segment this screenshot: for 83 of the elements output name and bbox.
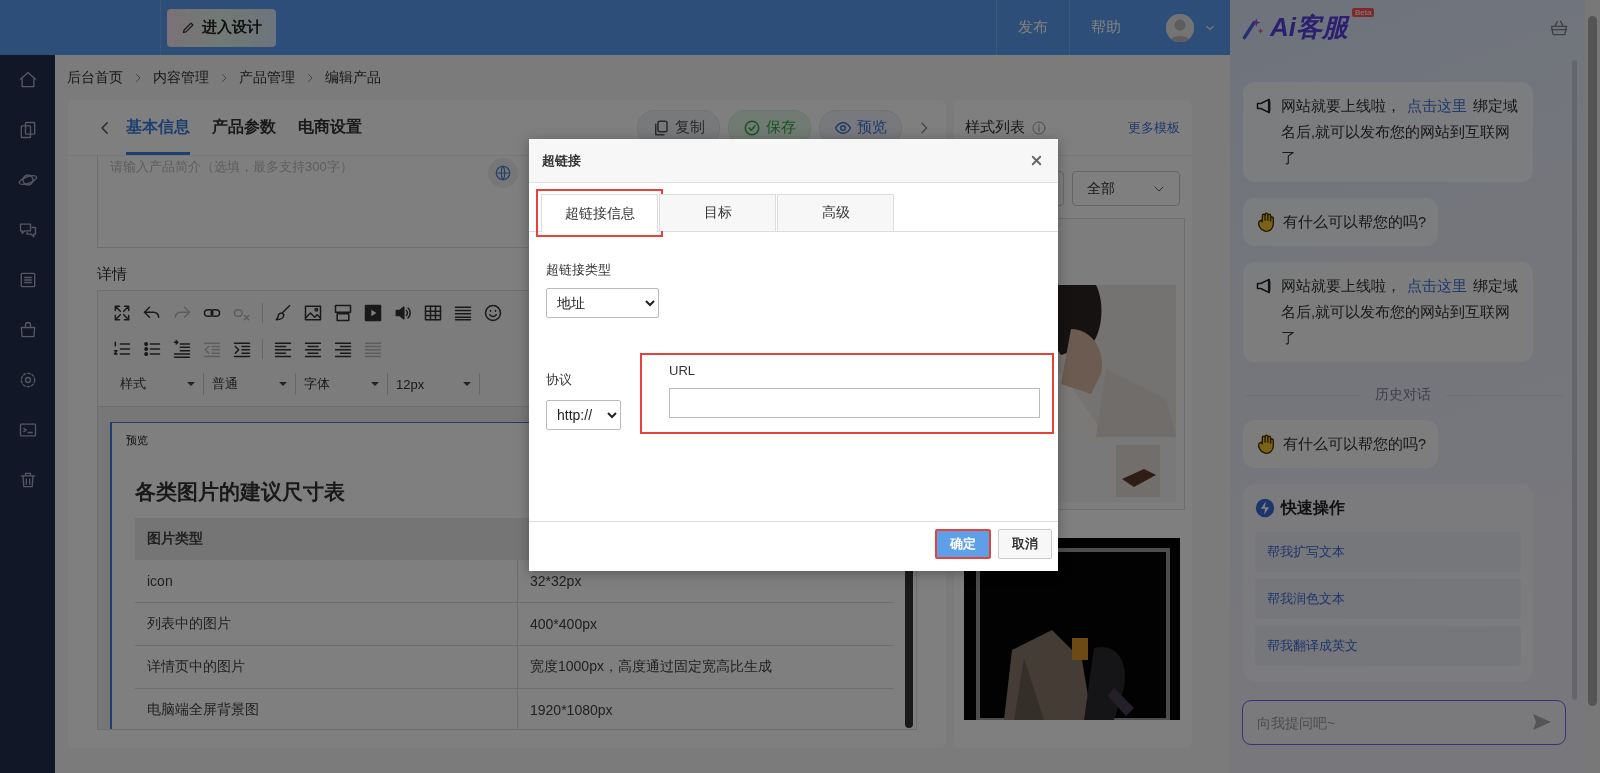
video-icon[interactable] bbox=[363, 303, 383, 323]
quick-action-item[interactable]: 帮我润色文本 bbox=[1255, 579, 1521, 619]
table-cell: 宽度1000px，高度通过固定宽高比生成 bbox=[517, 645, 893, 689]
home-icon[interactable] bbox=[17, 70, 38, 90]
check-circle-icon bbox=[743, 118, 761, 137]
format-dropdown[interactable]: 样式 bbox=[112, 373, 204, 395]
message-text: 网站就要上线啦， 点击这里 绑定域名后,就可以发布您的网站到互联网了 bbox=[1281, 277, 1519, 348]
waving-hand-icon bbox=[1255, 211, 1277, 233]
tab[interactable]: 电商设置 bbox=[298, 100, 362, 155]
bind-domain-link[interactable]: 点击这里 bbox=[1407, 278, 1467, 294]
dropdown-label: 12px bbox=[396, 376, 425, 392]
field-label: URL bbox=[669, 363, 696, 378]
align-left-icon[interactable] bbox=[273, 339, 293, 359]
caret-icon bbox=[371, 382, 379, 386]
table-heading: 各类图片的建议尺寸表 bbox=[135, 479, 346, 505]
field-label: 协议 bbox=[546, 371, 573, 389]
panel-title: 样式列表 bbox=[965, 118, 1025, 137]
table-cell: 电脑端全屏背景图 bbox=[135, 688, 518, 729]
indent-icon[interactable] bbox=[232, 339, 252, 359]
dialog-tab[interactable]: 高级 bbox=[777, 194, 894, 231]
lines-icon[interactable] bbox=[453, 303, 473, 323]
url-field[interactable] bbox=[669, 388, 1040, 418]
message-text: 有什么可以帮您的吗? bbox=[1283, 435, 1427, 454]
close-icon[interactable] bbox=[1029, 153, 1044, 168]
breadcrumb-link[interactable]: 内容管理 bbox=[153, 68, 209, 87]
align-center-icon[interactable] bbox=[303, 339, 323, 359]
caret-icon bbox=[187, 382, 195, 386]
caret-icon bbox=[279, 382, 287, 386]
preview-label: 预览 bbox=[126, 433, 149, 448]
dropdown-label: 全部 bbox=[1087, 179, 1115, 198]
quick-action-item[interactable]: 帮我扩写文本 bbox=[1255, 532, 1521, 572]
beta-badge: Beta bbox=[1352, 8, 1375, 17]
table-cell: 详情页中的图片 bbox=[135, 645, 518, 689]
message-text: 网站就要上线啦， 点击这里 绑定域名后,就可以发布您的网站到互联网了 bbox=[1281, 97, 1519, 168]
bullet-list-icon[interactable] bbox=[142, 339, 162, 359]
indent-icon[interactable] bbox=[172, 339, 192, 359]
dropdown-label: 字体 bbox=[304, 375, 330, 393]
table-cell: icon bbox=[135, 560, 518, 603]
format-dropdown[interactable]: 普通 bbox=[204, 373, 296, 395]
translate-button[interactable] bbox=[488, 158, 518, 188]
link-type-select[interactable]: 地址 bbox=[546, 288, 659, 318]
template-icon[interactable] bbox=[333, 303, 353, 323]
dropdown-label: 普通 bbox=[212, 375, 238, 393]
format-dropdown[interactable]: 12px bbox=[388, 373, 480, 395]
field-label: 详情 bbox=[97, 265, 127, 284]
image-icon[interactable] bbox=[303, 303, 323, 323]
format-dropdown[interactable]: 字体 bbox=[296, 373, 388, 395]
dropdown-label: 样式 bbox=[120, 375, 146, 393]
lightning-icon bbox=[1255, 498, 1275, 518]
copy-icon bbox=[652, 118, 670, 137]
quick-action-item[interactable]: 帮我翻译成英文 bbox=[1255, 626, 1521, 666]
align-right-icon[interactable] bbox=[333, 339, 353, 359]
fullscreen-icon[interactable] bbox=[112, 303, 132, 323]
filter-dropdown[interactable]: 全部 bbox=[1072, 171, 1180, 206]
breadcrumb-link[interactable]: 产品管理 bbox=[239, 68, 295, 87]
brush-icon[interactable] bbox=[273, 303, 293, 323]
field-label: 超链接类型 bbox=[546, 261, 612, 279]
caret-icon bbox=[463, 382, 471, 386]
tab[interactable]: 基本信息 bbox=[126, 100, 190, 155]
waving-hand-icon bbox=[1255, 433, 1277, 455]
table-cell: 1920*1080px bbox=[517, 688, 893, 729]
ok-button[interactable]: 确定 bbox=[935, 529, 991, 559]
breadcrumb-link[interactable]: 后台首页 bbox=[67, 68, 123, 87]
dialog-tab[interactable]: 目标 bbox=[659, 194, 776, 231]
smiley-icon[interactable] bbox=[483, 303, 503, 323]
protocol-select[interactable]: http:// bbox=[546, 400, 621, 430]
cancel-button[interactable]: 取消 bbox=[998, 529, 1052, 559]
pen-icon bbox=[181, 20, 196, 35]
info-icon[interactable] bbox=[1031, 119, 1047, 136]
card-title: 快速操作 bbox=[1281, 497, 1345, 518]
breadcrumb-link[interactable]: 编辑产品 bbox=[325, 68, 381, 87]
column-header: 图片类型 bbox=[135, 518, 518, 560]
design-button[interactable]: 进入设计 bbox=[167, 8, 276, 47]
table-cell: 列表中的图片 bbox=[135, 602, 518, 646]
assistant-title: Ai客服 bbox=[1270, 11, 1351, 44]
page-scrollbar-thumb[interactable] bbox=[1588, 16, 1597, 706]
tab[interactable]: 产品参数 bbox=[212, 100, 276, 155]
more-templates-link[interactable]: 更多模板 bbox=[1128, 118, 1180, 137]
table-icon[interactable] bbox=[423, 303, 443, 323]
message-text: 有什么可以帮您的吗? bbox=[1283, 213, 1427, 232]
globe-icon bbox=[494, 164, 512, 182]
table-cell: 400*400px bbox=[517, 602, 893, 646]
bind-domain-link[interactable]: 点击这里 bbox=[1407, 98, 1467, 114]
